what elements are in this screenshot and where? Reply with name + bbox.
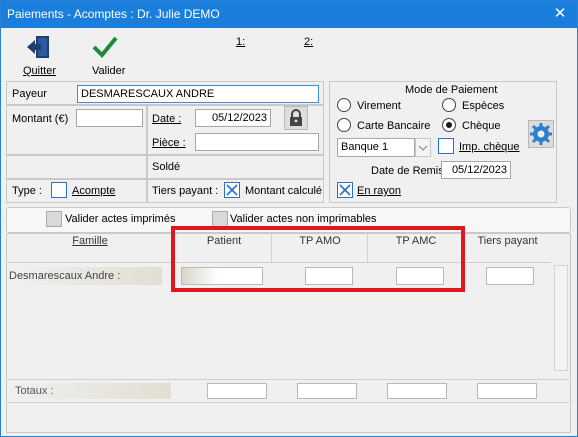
imp-cheque-label: Imp. chèque xyxy=(459,141,520,153)
marker-2: 2: xyxy=(304,36,314,48)
quit-button[interactable]: Quitter xyxy=(19,34,59,80)
amount-field[interactable] xyxy=(76,109,143,127)
row-famille: Desmarescaux Andre : xyxy=(9,270,121,282)
montant-calcule-checkbox[interactable] xyxy=(224,182,240,198)
payer-field[interactable]: DESMARESCAUX ANDRE xyxy=(77,85,319,103)
validate-label: Valider xyxy=(92,65,126,77)
valider-imprimes-label[interactable]: Valider actes imprimés xyxy=(65,213,175,225)
validate-button[interactable]: Valider xyxy=(89,34,129,80)
remise-label: Date de Remise xyxy=(371,165,450,177)
exit-door-icon xyxy=(25,34,51,63)
option-carte: Carte Bancaire xyxy=(357,120,431,132)
imp-cheque-checkbox[interactable] xyxy=(438,138,454,154)
option-virement: Virement xyxy=(357,100,401,112)
header-famille: Famille xyxy=(72,235,108,247)
tiers-payant-cell[interactable] xyxy=(486,267,534,285)
total-patient xyxy=(207,383,267,399)
date-field[interactable]: 05/12/2023 xyxy=(195,109,271,127)
totals-label: Totaux : xyxy=(15,385,54,397)
total-tpamo xyxy=(297,383,357,399)
payment-mode-title: Mode de Paiement xyxy=(405,84,498,96)
settings-gear-icon[interactable] xyxy=(528,120,554,148)
payment-window: Paiements - Acomptes : Dr. Julie DEMO ✕ … xyxy=(0,0,578,437)
checkbox-x-icon xyxy=(226,184,238,196)
option-cheque: Chèque xyxy=(462,120,501,132)
valider-non-imprimables-label[interactable]: Valider actes non imprimables xyxy=(230,213,377,225)
blank-cell xyxy=(6,155,147,179)
checkbox-x-icon xyxy=(339,184,351,196)
total-tiers xyxy=(477,383,537,399)
radio-carte[interactable] xyxy=(337,118,351,132)
montant-calcule-label: Montant calculé xyxy=(245,185,323,197)
vertical-scrollbar[interactable] xyxy=(554,265,568,371)
remise-field[interactable]: 05/12/2023 xyxy=(441,161,511,179)
valider-non-imprimables-toggle[interactable] xyxy=(212,211,228,227)
highlight-box xyxy=(171,226,465,292)
radio-especes[interactable] xyxy=(442,98,456,112)
valider-imprimes-toggle[interactable] xyxy=(46,211,62,227)
lock-icon[interactable] xyxy=(284,106,308,130)
piece-label: Pièce : xyxy=(152,137,186,149)
close-icon[interactable]: ✕ xyxy=(543,1,577,27)
type-label: Type : xyxy=(12,185,42,197)
radio-virement[interactable] xyxy=(337,98,351,112)
tiers-label: Tiers payant : xyxy=(152,185,219,197)
header-tiers: Tiers payant xyxy=(477,235,538,247)
date-label: Date : xyxy=(152,113,182,125)
marker-1: 1: xyxy=(236,36,246,48)
en-rayon-checkbox[interactable] xyxy=(337,182,353,198)
quit-label: Quitter xyxy=(23,65,57,77)
radio-cheque[interactable] xyxy=(442,118,456,132)
en-rayon-label: En rayon xyxy=(357,185,402,197)
piece-field[interactable] xyxy=(195,133,319,151)
chevron-down-icon[interactable] xyxy=(415,138,431,157)
amount-label: Montant (€) xyxy=(12,113,69,125)
total-tpamc xyxy=(387,383,447,399)
acompte-label: Acompte xyxy=(72,185,116,197)
title-bar: Paiements - Acomptes : Dr. Julie DEMO ✕ xyxy=(1,1,577,28)
bank-select[interactable]: Banque 1 xyxy=(337,138,415,157)
solde-label: Soldé xyxy=(152,161,181,173)
option-especes: Espèces xyxy=(462,100,505,112)
window-title: Paiements - Acomptes : Dr. Julie DEMO xyxy=(7,7,220,21)
payer-label: Payeur xyxy=(12,88,47,100)
checkmark-icon xyxy=(91,34,119,63)
acompte-checkbox[interactable] xyxy=(51,182,67,198)
